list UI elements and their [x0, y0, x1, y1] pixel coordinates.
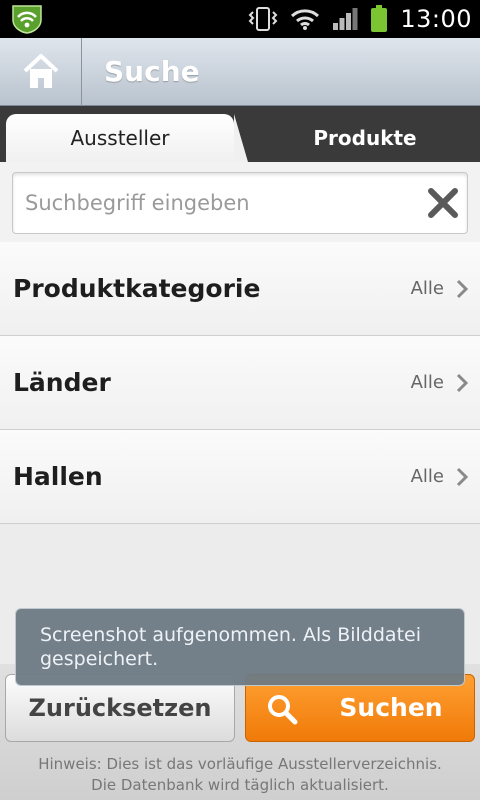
lookout-shield-icon — [10, 4, 44, 34]
hint-line-1: Hinweis: Dies ist das vorläufige Ausstel… — [38, 755, 442, 773]
title-bar: Suche — [0, 38, 480, 106]
filter-row-hallen[interactable]: Hallen Alle — [0, 430, 480, 524]
chevron-right-icon — [456, 373, 469, 393]
filter-list: Produktkategorie Alle Länder Alle Hallen… — [0, 242, 480, 524]
filter-label: Produktkategorie — [13, 274, 261, 303]
chevron-right-icon — [456, 279, 469, 299]
toast-message: Screenshot aufgenommen. Als Bilddatei ge… — [15, 608, 465, 686]
signal-icon — [333, 8, 358, 30]
filter-row-produktkategorie[interactable]: Produktkategorie Alle — [0, 242, 480, 336]
search-input[interactable] — [25, 173, 415, 233]
search-box — [12, 172, 468, 234]
tab-aussteller[interactable]: Aussteller — [6, 114, 248, 162]
tab-produkte[interactable]: Produkte — [250, 114, 480, 162]
status-bar: 13:00 — [0, 0, 480, 38]
chevron-right-icon — [456, 467, 469, 487]
hint-text: Hinweis: Dies ist das vorläufige Ausstel… — [0, 754, 480, 796]
battery-icon — [371, 5, 388, 32]
filter-value: Alle — [410, 278, 444, 299]
filter-value: Alle — [410, 372, 444, 393]
filter-value: Alle — [410, 466, 444, 487]
search-area — [0, 162, 480, 242]
search-icon — [268, 695, 298, 725]
filter-row-laender[interactable]: Länder Alle — [0, 336, 480, 430]
page-title: Suche — [104, 55, 200, 88]
filter-label: Hallen — [13, 462, 103, 491]
tab-bar: Aussteller Produkte — [0, 106, 480, 162]
hint-line-2: Die Datenbank wird täglich aktualisiert. — [91, 776, 389, 794]
vibrate-icon — [248, 7, 278, 31]
clear-search-button[interactable] — [425, 185, 461, 221]
home-icon — [23, 54, 58, 88]
toast-line-1: Screenshot aufgenommen. Als Bilddatei — [40, 624, 421, 646]
home-button[interactable] — [0, 38, 82, 106]
clock: 13:00 — [400, 5, 472, 33]
filter-label: Länder — [13, 368, 111, 397]
wifi-icon — [291, 9, 320, 30]
toast-line-2: gespeichert. — [40, 648, 159, 670]
close-icon — [428, 188, 458, 218]
